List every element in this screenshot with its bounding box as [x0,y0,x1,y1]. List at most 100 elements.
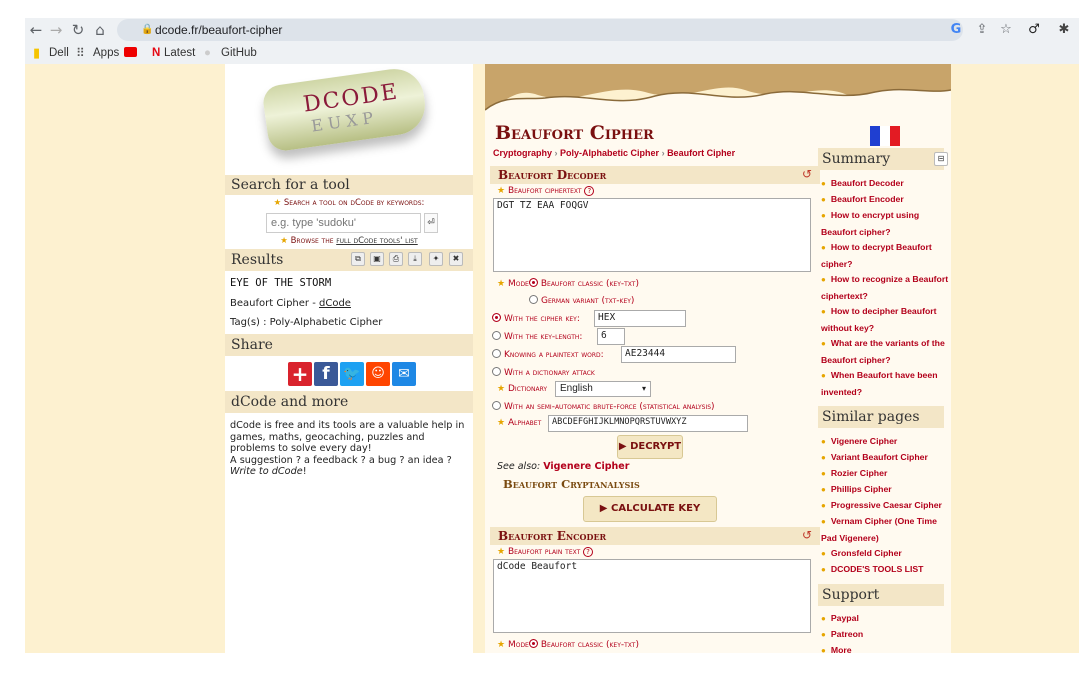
result-source-link[interactable]: dCode [319,298,351,309]
summary-link[interactable]: ● How to decipher Beaufort without key? [821,303,951,336]
summary-link[interactable]: ● How to encrypt using Beaufort cipher? [821,207,951,240]
bruteforce-option: With an semi-automatic brute-force (stat… [492,401,715,412]
share-heading: Share [225,334,473,356]
similar-link[interactable]: ● Progressive Caesar Cipher [821,497,951,514]
summary-link[interactable]: ● When Beaufort have been invented? [821,367,951,400]
youtube-icon[interactable] [124,47,137,57]
french-flag-icon[interactable] [870,126,900,146]
puzzle-icon[interactable]: ✱ [1053,18,1075,42]
ciphertext-textarea[interactable]: DGT TZ EAA FOQGV [493,198,811,272]
summary-heading: Summary [818,148,944,170]
breadcrumb-item[interactable]: Poly-Alphabetic Cipher [560,148,659,158]
bookmark-apps[interactable]: Apps [93,42,119,64]
download-icon[interactable]: ⤓ [408,252,422,266]
facebook-icon[interactable]: f [314,362,338,386]
summary-link[interactable]: ● Beaufort Encoder [821,191,951,208]
plaintext-word-input[interactable]: AE23444 [621,346,736,363]
pin-icon[interactable]: ✦ [429,252,443,266]
reset-icon[interactable]: ↺ [802,528,812,542]
search-heading: Search for a tool [225,175,473,195]
folder-icon: ▮ [33,45,41,60]
summary-link[interactable]: ● Beaufort Decoder [821,175,951,192]
bookmark-github[interactable]: GitHub [221,42,257,64]
dictionary-select[interactable]: English ▾ [555,381,651,397]
similar-link[interactable]: ● Gronsfeld Cipher [821,545,951,562]
encoder-mode-classic-radio[interactable] [528,639,538,648]
bookmark-latest[interactable]: Latest [164,42,195,64]
home-icon[interactable]: ⌂ [89,18,111,42]
dcode-logo[interactable]: DCODE EUXP [255,65,429,153]
google-icon[interactable]: G [945,18,967,42]
play-icon: ▶ [599,503,608,514]
search-input[interactable] [266,213,421,233]
support-link[interactable]: ● Patreon [821,626,951,643]
mode-german-radio[interactable] [529,295,538,304]
write-to-dcode-link[interactable]: Write to dCode [230,466,303,477]
dictionary-attack-radio[interactable] [492,367,501,376]
similar-link[interactable]: ● Rozier Cipher [821,465,951,482]
back-icon[interactable]: ← [25,18,47,42]
browser-toolbar: ← → ↻ ⌂ 🔒 dcode.fr/beaufort-cipher G ⇪ ☆… [25,18,1079,42]
browse-tools: ★ Browse the full dCode tools' list [280,236,418,246]
summary-link[interactable]: ● What are the variants of the Beaufort c… [821,335,951,368]
plaintext-label: ★ Beaufort plain text ? [497,547,593,557]
similar-link[interactable]: ● DCODE'S TOOLS LIST [821,561,951,578]
more-heading: dCode and more [225,391,473,413]
alphabet-input[interactable]: ABCDEFGHIJKLMNOPQRSTUVWXYZ [548,415,748,432]
similar-link[interactable]: ● Vernam Cipher (One Time Pad Vigenere) [821,513,951,546]
bruteforce-radio[interactable] [492,401,501,410]
plaintext-word-radio[interactable] [492,349,501,358]
support-link[interactable]: ● Paypal [821,610,951,627]
forward-icon[interactable]: → [45,18,67,42]
share-icon[interactable]: ⇪ [971,18,993,42]
see-also-link[interactable]: Vigenere Cipher [543,461,629,472]
search-submit-icon[interactable]: ⏎ [424,213,438,233]
browse-tools-link[interactable]: full dCode tools' list [336,236,418,246]
extension-icon[interactable]: ♂ [1023,18,1045,42]
similar-link[interactable]: ● Vigenere Cipher [821,433,951,450]
breadcrumb-item[interactable]: Cryptography [493,148,552,158]
bookmark-dell[interactable]: Dell [49,42,69,64]
mode-classic-radio[interactable] [528,278,538,287]
reset-icon[interactable]: ↺ [802,167,812,181]
reload-icon[interactable]: ↻ [67,18,89,42]
key-length-input[interactable]: 6 [597,328,625,345]
support-link[interactable]: ● More [821,642,951,653]
reddit-icon[interactable]: ☺ [366,362,390,386]
copy-icon[interactable]: ⧉ [351,252,365,266]
cipher-key-input[interactable]: HEX [594,310,686,327]
similar-link[interactable]: ● Phillips Cipher [821,481,951,498]
netflix-icon: N [152,47,161,59]
print-icon[interactable]: ⎙ [389,252,403,266]
plus-share-icon[interactable]: + [288,362,312,386]
cipher-key-radio[interactable] [492,313,501,322]
similar-link[interactable]: ● Variant Beaufort Cipher [821,449,951,466]
github-icon: ● [204,47,211,59]
cipher-key-option: With the cipher key: [492,313,580,324]
key-length-radio[interactable] [492,331,501,340]
email-icon[interactable]: ✉ [392,362,416,386]
calculate-key-length-button[interactable]: ▶ CALCULATE KEY LENGTH [583,496,717,538]
ciphertext-label: ★ Beaufort ciphertext ? [497,186,595,196]
url-text[interactable]: dcode.fr/beaufort-cipher [155,18,282,42]
support-heading: Support [818,584,944,606]
apps-grid-icon: ⠿ [76,46,85,60]
clipboard-icon[interactable]: ▣ [370,252,384,266]
close-icon[interactable]: ✖ [449,252,463,266]
collapse-icon[interactable]: ⊟ [934,152,948,166]
lock-icon[interactable]: 🔒 [141,18,153,42]
plaintext-word-option: Knowing a plaintext word: [492,349,604,360]
star-icon[interactable]: ☆ [995,18,1017,42]
see-also: See also: Vigenere Cipher [497,461,630,472]
decrypt-button[interactable]: ▶ DECRYPT [617,435,683,459]
result-tags: Tag(s) : Poly-Alphabetic Cipher [230,317,383,328]
summary-link[interactable]: ● How to decrypt Beaufort cipher? [821,239,951,272]
summary-link[interactable]: ● How to recognize a Beaufort ciphertext? [821,271,951,304]
search-label: ★ Search a tool on dCode by keywords: [273,198,425,208]
mode-german-row: German variant (txt-key) [529,295,634,306]
breadcrumb-item[interactable]: Beaufort Cipher [667,148,735,158]
decoder-heading: Beaufort Decoder [490,166,820,184]
result-text: EYE OF THE STORM [230,277,332,289]
plaintext-textarea[interactable]: dCode Beaufort [493,559,811,633]
twitter-icon[interactable]: 🐦 [340,362,364,386]
